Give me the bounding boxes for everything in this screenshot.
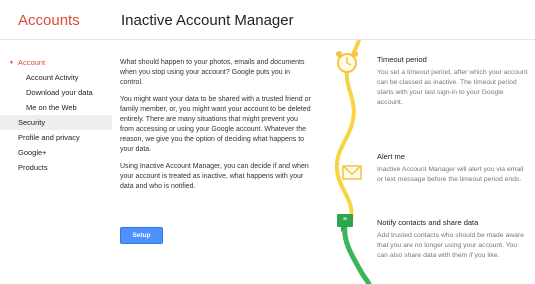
sidebar-item-account-activity[interactable]: Account Activity <box>0 70 112 85</box>
body-paragraph: Using Inactive Account Manager, you can … <box>120 163 309 190</box>
alarm-clock-icon <box>336 51 358 73</box>
alert-title: Alert me <box>377 152 405 161</box>
page-title: Inactive Account Manager <box>121 12 294 29</box>
timeline-graphic: ” <box>334 40 372 284</box>
notify-description: Add trusted contacts who should be made … <box>377 232 524 259</box>
sidebar-item-account[interactable]: ▼ Account <box>0 55 112 70</box>
svg-text:”: ” <box>343 216 348 226</box>
intro-paragraph: What should happen to your photos, email… <box>120 59 305 86</box>
sidebar-item-google-plus[interactable]: Google+ <box>0 145 112 160</box>
setup-button[interactable]: Setup <box>120 227 163 244</box>
timeout-description: You set a timeout period, after which yo… <box>377 69 528 106</box>
caret-down-icon: ▼ <box>9 60 14 66</box>
notify-step: Notify contacts and share data Add trust… <box>377 218 529 261</box>
main-content: What should happen to your photos, email… <box>120 58 312 199</box>
sidebar-item-profile-privacy[interactable]: Profile and privacy <box>0 130 112 145</box>
sidebar-item-security[interactable]: Security <box>0 115 112 130</box>
alert-description: Inactive Account Manager will alert you … <box>377 166 524 183</box>
envelope-icon <box>342 165 362 180</box>
timeline-path-green <box>342 223 372 284</box>
sidebar-item-label: Account <box>17 58 46 67</box>
brand-title[interactable]: Accounts <box>18 12 80 29</box>
body-paragraph: You might want your data to be shared wi… <box>120 96 311 153</box>
sidebar-item-download-data[interactable]: Download your data <box>0 85 112 100</box>
sidebar-item-products[interactable]: Products <box>0 160 112 175</box>
notify-title: Notify contacts and share data <box>377 218 479 227</box>
timeout-step: Timeout period You set a timeout period,… <box>377 55 529 108</box>
sidebar-item-me-on-the-web[interactable]: Me on the Web <box>0 100 112 115</box>
alert-step: Alert me Inactive Account Manager will a… <box>377 152 529 185</box>
timeout-title: Timeout period <box>377 55 427 64</box>
sidebar: ▼ Account Account Activity Download your … <box>0 55 112 175</box>
header: Accounts Inactive Account Manager <box>0 0 535 40</box>
